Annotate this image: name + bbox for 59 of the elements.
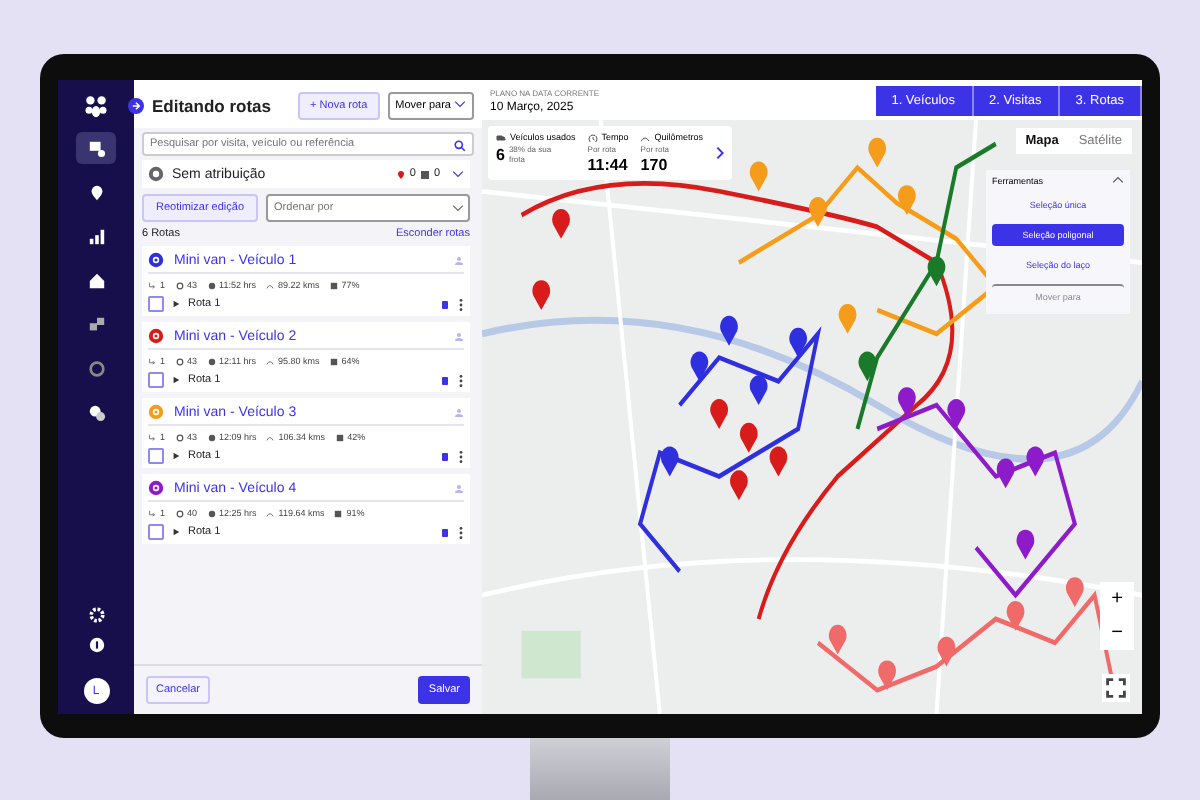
eye-icon[interactable] (148, 480, 164, 496)
clock-icon (207, 433, 216, 441)
nav-icon (87, 183, 105, 201)
clock-icon (207, 281, 216, 289)
stat-value: 6 (496, 145, 505, 163)
stat-value: 170 (640, 156, 668, 174)
help-icon[interactable] (87, 636, 105, 654)
more-options-icon[interactable] (458, 297, 464, 311)
route-checkbox[interactable] (148, 372, 164, 388)
box-icon (329, 357, 338, 365)
route-checkbox[interactable] (148, 524, 164, 540)
expand-icon[interactable] (452, 170, 464, 178)
eye-icon[interactable] (148, 328, 164, 344)
nav-icon (87, 227, 105, 245)
document-icon[interactable] (440, 375, 450, 385)
map-drawing[interactable] (482, 120, 1142, 714)
document-icon[interactable] (440, 451, 450, 461)
box-icon (419, 169, 430, 179)
expand-icon[interactable] (172, 452, 180, 460)
expand-icon[interactable] (172, 528, 180, 536)
expand-icon[interactable] (172, 376, 180, 384)
document-icon[interactable] (440, 299, 450, 309)
next-icon[interactable] (715, 146, 724, 160)
route-icon (148, 509, 156, 517)
paw-logo-icon (82, 92, 110, 120)
caret-icon (454, 100, 466, 108)
nav-icon (87, 139, 105, 157)
nav-icon (87, 403, 105, 421)
box-icon (334, 509, 343, 517)
clock-icon (207, 509, 216, 517)
route-icon (148, 433, 156, 441)
document-icon[interactable] (440, 527, 450, 537)
eye-icon[interactable] (148, 252, 164, 268)
route-checkbox[interactable] (148, 296, 164, 312)
nav-icon (87, 359, 105, 377)
collapse-icon[interactable] (128, 98, 144, 114)
expand-icon[interactable] (172, 300, 180, 308)
fullscreen-icon[interactable] (1102, 674, 1130, 702)
search-icon (454, 140, 466, 152)
caret-icon (452, 204, 464, 212)
truck-icon (496, 133, 506, 141)
clock-icon (207, 357, 216, 365)
more-options-icon[interactable] (458, 449, 464, 463)
box-icon (335, 433, 344, 441)
nav-icon (87, 271, 105, 289)
stat-value: 11:44 (587, 156, 628, 174)
panel-title: Editando rotas (152, 96, 274, 116)
monitor-stand (530, 738, 670, 800)
route-icon (148, 357, 156, 365)
nav-icon (87, 315, 105, 333)
clock-icon (587, 133, 598, 141)
settings-icon[interactable] (87, 606, 105, 624)
more-options-icon[interactable] (458, 525, 464, 539)
more-options-icon[interactable] (458, 373, 464, 387)
eye-icon (148, 166, 164, 182)
route-icon (148, 281, 156, 289)
nav-item[interactable] (76, 132, 116, 164)
route-checkbox[interactable] (148, 448, 164, 464)
box-icon (329, 281, 338, 289)
